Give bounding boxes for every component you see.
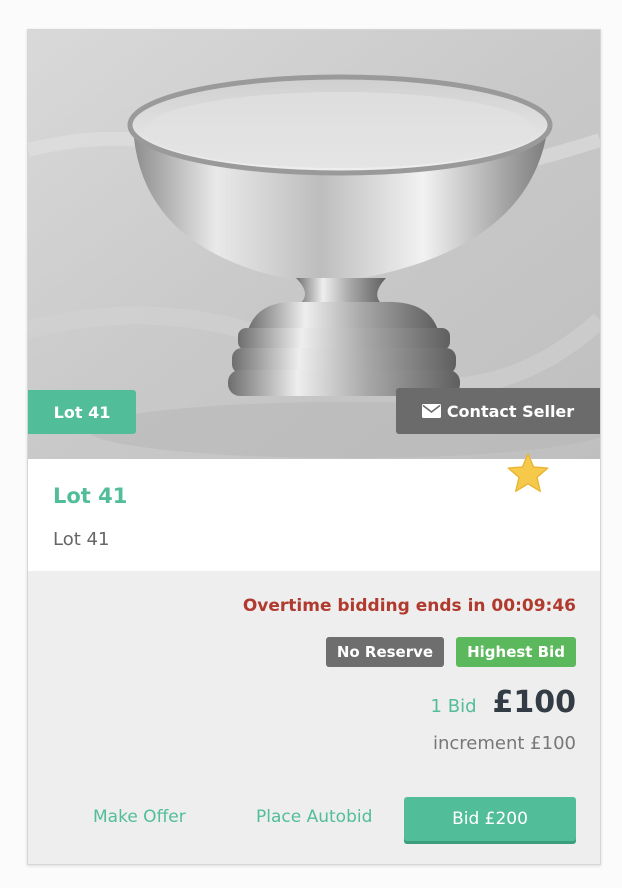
lot-image[interactable]: Lot 41 Contact Seller [28,30,600,459]
lot-card: Lot 41 Contact Seller Lot 41 Lot 41 Over… [27,29,601,865]
contact-seller-button[interactable]: Contact Seller [396,388,600,434]
no-reserve-badge: No Reserve [325,637,445,667]
highest-bid-badge: Highest Bid [456,637,576,667]
bidding-panel: Overtime bidding ends in 00:09:46 No Res… [28,571,600,864]
bid-button[interactable]: Bid £200 [404,797,576,841]
make-offer-link[interactable]: Make Offer [93,807,186,827]
status-badges: No Reserve Highest Bid [325,637,576,667]
bid-count[interactable]: 1 Bid [431,696,477,717]
place-autobid-link[interactable]: Place Autobid [256,807,372,827]
envelope-icon [421,404,441,418]
price-row: 1 Bid £100 [431,685,576,720]
contact-seller-label: Contact Seller [446,401,575,421]
current-price: £100 [492,685,577,720]
overtime-timer: Overtime bidding ends in 00:09:46 [242,596,576,616]
lot-title[interactable]: Lot 41 [53,484,127,508]
lot-number-badge: Lot 41 [28,390,136,434]
lot-subtitle: Lot 41 [53,529,110,550]
bid-increment: increment £100 [433,733,576,754]
star-icon[interactable] [506,452,550,498]
